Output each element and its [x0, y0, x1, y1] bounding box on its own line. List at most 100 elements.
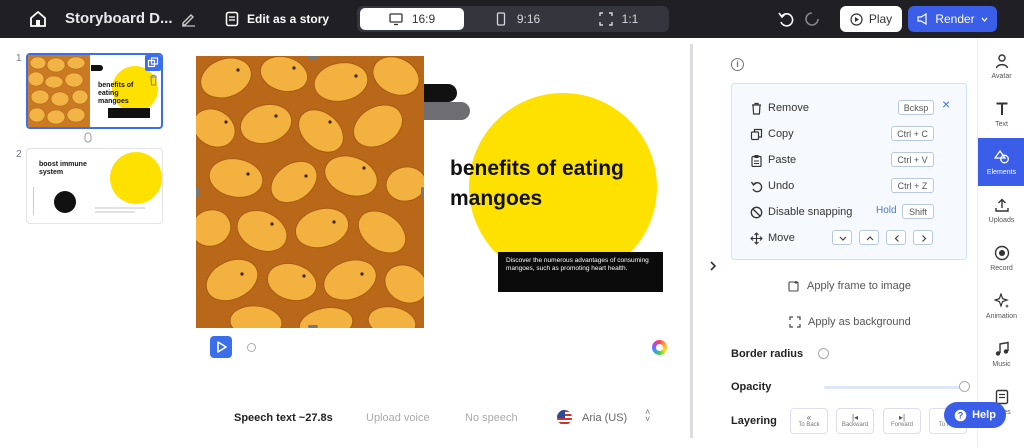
mango-image[interactable] [196, 56, 424, 328]
arrow-left-key[interactable] [886, 230, 906, 245]
text-icon [996, 102, 1007, 115]
rail-label: Record [990, 264, 1013, 272]
shortcut-badge: Bcksp [898, 100, 934, 115]
thumb-title: boost immune system [39, 161, 87, 177]
redo-icon[interactable] [803, 10, 821, 28]
rail-label: Text [995, 120, 1008, 128]
thumb-line [33, 187, 34, 215]
help-button[interactable]: ? Help [944, 402, 1006, 428]
menu-item-label: Remove [768, 102, 809, 114]
panel-divider[interactable] [690, 44, 693, 438]
undo-icon[interactable] [777, 10, 795, 28]
slide-thumbnail-2[interactable]: boost immune system [26, 148, 163, 224]
megaphone-icon [917, 13, 927, 25]
speech-text-label[interactable]: Speech text ~27.8s [234, 412, 333, 424]
menu-item-label: Disable snapping [768, 206, 853, 218]
chevron-right-icon [922, 235, 927, 242]
chevron-down-icon [981, 17, 988, 22]
play-circle-icon [850, 12, 863, 26]
render-button[interactable]: Render [908, 6, 997, 32]
slide-heading[interactable]: benefits of eating mangoes [450, 154, 630, 214]
double-chevron-left-icon: « [806, 413, 812, 422]
rail-item-text[interactable]: Text [978, 90, 1024, 138]
layer-button-label: To Back [798, 422, 820, 428]
move-arrows-icon [750, 231, 763, 245]
apply-frame-button[interactable]: Apply frame to image [788, 280, 911, 292]
slide-thumbnail-1[interactable]: benefits of eating mangoes [26, 53, 163, 129]
edit-as-story-button[interactable]: Edit as a story [247, 12, 329, 26]
resize-handle-bottom[interactable] [308, 325, 318, 328]
decor-pill-grey[interactable] [424, 102, 470, 120]
rail-item-music[interactable]: Music [978, 330, 1024, 378]
voice-selector[interactable]: Aria (US) [582, 412, 627, 424]
slide-description[interactable]: Discover the numerous advantages of cons… [498, 252, 663, 292]
rail-label: Avatar [991, 72, 1012, 80]
apply-background-button[interactable]: Apply as background [789, 316, 911, 328]
backward-button[interactable]: |◂ Backward [836, 408, 874, 434]
resize-handle-top[interactable] [308, 56, 318, 59]
story-icon [225, 11, 239, 27]
shortcut-badge: Ctrl + V [891, 152, 934, 167]
play-icon [217, 341, 227, 353]
play-label: Play [868, 12, 893, 26]
arrow-right-key[interactable] [913, 230, 933, 245]
phone-icon [496, 12, 505, 26]
trash-icon[interactable] [148, 74, 159, 86]
upload-icon [994, 198, 1009, 212]
chevron-right-icon[interactable] [708, 260, 718, 272]
forward-button[interactable]: ▸| Forward [883, 408, 921, 434]
slide-number: 1 [16, 53, 22, 64]
chevron-updown-icon[interactable]: ˄ ˅ [645, 408, 650, 424]
timeline-dot[interactable] [247, 343, 256, 352]
step-back-icon: |◂ [851, 413, 859, 422]
opacity-label: Opacity [731, 381, 772, 393]
opacity-slider-knob[interactable] [959, 381, 970, 392]
color-wheel-icon[interactable] [652, 340, 667, 355]
rail-item-uploads[interactable]: Uploads [978, 186, 1024, 234]
slide-canvas[interactable]: benefits of eating mangoes Discover the … [196, 56, 680, 328]
apply-background-label: Apply as background [808, 316, 911, 328]
rail-item-avatar[interactable]: Avatar [978, 42, 1024, 90]
step-forward-icon: ▸| [898, 413, 906, 422]
resize-handle-left[interactable] [196, 187, 199, 197]
ratio-label: 1:1 [621, 12, 639, 26]
us-flag-icon [557, 410, 572, 425]
arrow-down-key[interactable] [832, 230, 852, 245]
border-radius-control[interactable] [818, 348, 829, 359]
to-back-button[interactable]: «To Back [790, 408, 828, 434]
record-icon [994, 245, 1009, 260]
layering-label: Layering [731, 415, 777, 427]
duplicate-slide-button[interactable] [145, 55, 161, 71]
menu-item-label: Copy [768, 128, 794, 140]
preview-play-button[interactable] [210, 336, 232, 358]
shortcut-badge: Ctrl + Z [891, 178, 934, 193]
layer-button-label: Forward [890, 422, 913, 428]
decor-pill-black[interactable] [424, 84, 457, 102]
render-label: Render [935, 12, 975, 26]
hold-label: Hold [876, 205, 897, 216]
ratio-16-9-tab[interactable]: 16:9 [360, 8, 464, 30]
play-button[interactable]: Play [840, 6, 902, 32]
resize-handle-right[interactable] [421, 187, 424, 197]
rail-item-record[interactable]: Record [978, 234, 1024, 282]
project-title[interactable]: Storyboard D... [65, 10, 173, 27]
info-icon[interactable]: i [731, 58, 744, 71]
no-speech-option[interactable]: No speech [465, 412, 518, 424]
person-icon [995, 53, 1008, 68]
arrow-up-key[interactable] [859, 230, 879, 245]
svg-text:?: ? [958, 410, 964, 420]
rail-item-elements[interactable]: Elements [978, 138, 1024, 186]
pencil-icon[interactable] [180, 11, 196, 27]
ratio-1-1-tab[interactable]: 1:1 [571, 8, 666, 30]
transition-icon[interactable] [83, 131, 93, 143]
rail-item-animation[interactable]: Animation [978, 282, 1024, 330]
element-context-menu: × Remove Bcksp Copy Ctrl + C Paste Ctrl … [731, 83, 967, 260]
home-icon[interactable] [28, 9, 48, 29]
ratio-9-16-tab[interactable]: 9:16 [467, 8, 567, 30]
mango-thumbnail-image [28, 55, 90, 127]
opacity-slider-track[interactable] [824, 386, 966, 389]
chevron-up-icon [866, 236, 874, 241]
upload-voice-option[interactable]: Upload voice [366, 412, 430, 424]
top-bar: Storyboard D... Edit as a story 16:9 9:1… [0, 0, 1024, 38]
monitor-icon [389, 13, 403, 26]
